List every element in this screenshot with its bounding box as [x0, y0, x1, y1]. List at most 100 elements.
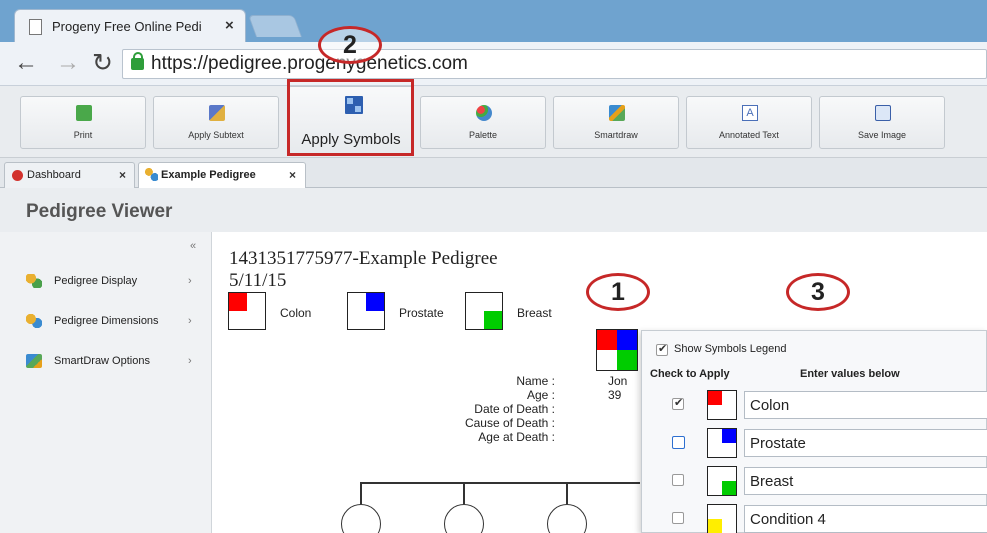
- symbol-row-condition-4: [642, 503, 987, 533]
- annotated-text-label: Annotated Text: [719, 130, 779, 140]
- symbol-swatch: [707, 466, 737, 496]
- child-line: [463, 482, 465, 504]
- symbol-swatch: [707, 504, 737, 533]
- date-of-death-label: Date of Death :: [474, 402, 555, 416]
- individual-symbol[interactable]: [596, 329, 638, 371]
- lock-icon: [131, 52, 144, 70]
- symbol-row-colon: [642, 389, 987, 421]
- sidebar-item-pedigree-dimensions[interactable]: Pedigree Dimensions ›: [26, 312, 206, 332]
- legend-quadrant: [484, 311, 502, 329]
- smartdraw-icon: [609, 105, 625, 121]
- child-line: [566, 482, 568, 504]
- save-image-label: Save Image: [857, 130, 907, 140]
- palette-button[interactable]: Palette: [420, 96, 546, 149]
- symbol-value-input[interactable]: [744, 505, 987, 533]
- legend-symbol-breast: [465, 292, 503, 330]
- female-individual[interactable]: [444, 504, 484, 533]
- apply-checkbox[interactable]: [672, 474, 684, 486]
- prostate-quadrant: [617, 330, 637, 350]
- sidebar-item-label: SmartDraw Options: [54, 355, 150, 367]
- age-value: 39: [608, 388, 622, 402]
- legend-label-colon: Colon: [280, 306, 312, 320]
- sidebar: « Pedigree Display › Pedigree Dimensions…: [0, 232, 212, 533]
- show-legend-checkbox[interactable]: [656, 342, 668, 356]
- annotated-text-icon: A: [742, 105, 758, 121]
- pedigree-date: 5/11/15: [229, 270, 287, 291]
- sidebar-item-pedigree-display[interactable]: Pedigree Display ›: [26, 272, 206, 292]
- legend-symbol-colon: [228, 292, 266, 330]
- female-individual[interactable]: [341, 504, 381, 533]
- symbol-quadrant: [708, 391, 722, 405]
- print-label: Print: [73, 130, 93, 140]
- tab-close-icon[interactable]: ×: [225, 17, 234, 34]
- sibship-line: [360, 482, 640, 484]
- pedigree-display-icon: [26, 274, 42, 288]
- pedigree-title: 1431351775977-Example Pedigree: [229, 248, 498, 269]
- new-tab-button[interactable]: [247, 15, 303, 37]
- reload-icon[interactable]: ↻: [92, 48, 113, 78]
- age-label: Age :: [526, 388, 555, 402]
- back-arrow-icon[interactable]: ←: [14, 49, 38, 77]
- address-bar: ← → ↻ https://pedigree.progenygenetics.c…: [0, 42, 987, 86]
- symbol-row-prostate: [642, 427, 987, 459]
- pedigree-icon: [145, 168, 158, 181]
- symbol-value-input[interactable]: [744, 467, 987, 495]
- symbol-swatch: [707, 428, 737, 458]
- subtext-icon: [209, 105, 225, 121]
- forward-arrow-icon[interactable]: →: [56, 49, 80, 77]
- tab-example-pedigree-close-icon[interactable]: ×: [289, 168, 296, 182]
- page-title: Pedigree Viewer: [26, 201, 173, 222]
- viewer-header: Pedigree Viewer: [0, 188, 987, 232]
- cause-of-death-label: Cause of Death :: [464, 416, 555, 430]
- smartdraw-button[interactable]: Smartdraw: [553, 96, 679, 149]
- document-tabs: Dashboard × Example Pedigree ×: [0, 158, 987, 189]
- pedigree-dimensions-icon: [26, 314, 42, 328]
- page-icon: [29, 19, 42, 35]
- url-text: https://pedigree.progenygenetics.com: [151, 53, 468, 74]
- dashboard-icon: [12, 170, 23, 181]
- sidebar-item-smartdraw-options[interactable]: SmartDraw Options ›: [26, 352, 206, 372]
- smartdraw-label: Smartdraw: [594, 130, 638, 140]
- enter-values-header: Enter values below: [800, 368, 900, 380]
- palette-label: Palette: [468, 130, 498, 140]
- print-icon: [76, 105, 92, 121]
- apply-checkbox[interactable]: [672, 512, 684, 524]
- callout-2: 2: [318, 26, 382, 64]
- callout-3: 3: [786, 273, 850, 311]
- apply-checkbox[interactable]: [672, 396, 684, 410]
- callout-1: 1: [586, 273, 650, 311]
- child-line: [360, 482, 362, 504]
- collapse-icon[interactable]: «: [190, 240, 196, 252]
- tab-dashboard-close-icon[interactable]: ×: [119, 168, 126, 182]
- legend-quadrant: [366, 293, 384, 311]
- browser-tab[interactable]: Progeny Free Online Pedi ×: [14, 9, 246, 43]
- symbol-value-input[interactable]: [744, 391, 987, 419]
- apply-subtext-label: Apply Subtext: [188, 130, 244, 140]
- browser-titlebar: Progeny Free Online Pedi ×: [0, 0, 987, 43]
- toolbar: Print Apply Subtext Apply Symbols Palett…: [0, 86, 987, 158]
- tab-example-pedigree[interactable]: Example Pedigree ×: [138, 162, 306, 189]
- symbol-quadrant: [722, 429, 736, 443]
- chevron-right-icon: ›: [188, 355, 192, 367]
- sidebar-item-label: Pedigree Dimensions: [54, 315, 159, 327]
- legend-label-prostate: Prostate: [399, 306, 444, 320]
- tab-dashboard-label: Dashboard: [27, 169, 81, 181]
- save-image-button[interactable]: Save Image: [819, 96, 945, 149]
- apply-checkbox[interactable]: [672, 436, 685, 449]
- symbols-panel: Show Symbols Legend Check to Apply Enter…: [641, 330, 987, 533]
- legend-symbol-prostate: [347, 292, 385, 330]
- apply-subtext-button[interactable]: Apply Subtext: [153, 96, 279, 149]
- browser-tab-title: Progeny Free Online Pedi: [52, 19, 202, 34]
- smartdraw-options-icon: [26, 354, 42, 368]
- symbol-quadrant: [722, 481, 736, 495]
- check-to-apply-header: Check to Apply: [650, 368, 730, 380]
- print-button[interactable]: Print: [20, 96, 146, 149]
- annotated-text-button[interactable]: A Annotated Text: [686, 96, 812, 149]
- female-individual[interactable]: [547, 504, 587, 533]
- apply-symbols-highlight: [287, 79, 414, 156]
- show-legend-label: Show Symbols Legend: [674, 343, 787, 355]
- symbol-value-input[interactable]: [744, 429, 987, 457]
- url-input[interactable]: https://pedigree.progenygenetics.com: [122, 49, 987, 79]
- tab-dashboard[interactable]: Dashboard ×: [4, 162, 135, 188]
- breast-quadrant: [617, 350, 637, 370]
